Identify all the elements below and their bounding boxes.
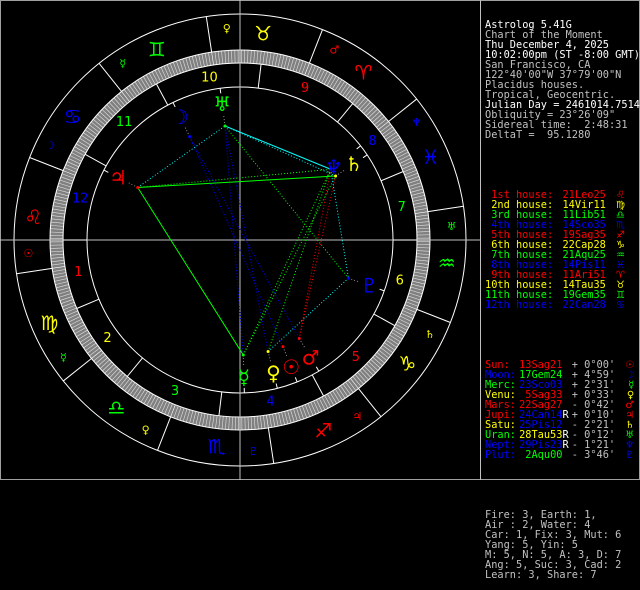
house-cusp-value: 22Can28 xyxy=(553,300,606,310)
jupiter-icon: ♃ xyxy=(109,165,127,189)
sign-ruler-icon: ♃ xyxy=(352,410,362,423)
sign-ruler-icon: ♀ xyxy=(223,22,231,35)
house-row: 12th house:22Can28♋ xyxy=(485,300,640,310)
venus-icon: ♀ xyxy=(266,361,281,385)
pluto-icon: ♇ xyxy=(360,274,378,298)
aquarius-icon: ♒ xyxy=(438,251,456,275)
planet-point xyxy=(267,350,270,353)
chart-header: Astrolog 5.41GChart of the MomentThu Dec… xyxy=(485,20,640,140)
cancer-icon: ♋ xyxy=(64,105,82,129)
house-number: 11 xyxy=(116,115,133,130)
house-number: 5 xyxy=(352,350,360,365)
planet-point xyxy=(242,353,245,356)
stat-line: Fire: 3, Earth: 1, xyxy=(485,510,640,520)
chart-wheel: ♈♂♉♀♊☿♋☽♌☉♍☿♎♀♏♇♐♃♑♄♒♅♓♆123456789101112♅… xyxy=(0,0,480,480)
stat-line: Learn: 3, Share: 7 xyxy=(485,570,640,580)
house-number: 9 xyxy=(301,81,309,96)
house-number: 8 xyxy=(368,134,376,149)
mars-icon: ♂ xyxy=(302,345,320,369)
planet-point xyxy=(224,124,227,127)
gemini-icon: ♊ xyxy=(148,37,166,61)
stat-line: Air : 2, Water: 4 xyxy=(485,520,640,530)
house-number: 6 xyxy=(396,274,404,289)
aries-icon: ♈ xyxy=(355,61,373,85)
moon-icon: ☽ xyxy=(171,105,189,129)
house-number: 3 xyxy=(171,384,179,399)
cancer-icon: ♋ xyxy=(606,301,625,311)
house-number: 10 xyxy=(201,70,218,85)
saturn-icon: ♄ xyxy=(345,152,363,176)
stat-line: Ang: 5, Suc: 3, Cad: 2 xyxy=(485,560,640,570)
planet-point xyxy=(334,175,337,178)
sagittarius-icon: ♐ xyxy=(314,419,332,443)
planet-point xyxy=(188,135,191,138)
house-number: 4 xyxy=(266,395,274,410)
sign-ruler-icon: ☉ xyxy=(23,247,33,260)
info-panel: Astrolog 5.41GChart of the MomentThu Dec… xyxy=(480,0,640,480)
pluto-icon: ♇ xyxy=(615,451,634,461)
leo-icon: ♌ xyxy=(24,205,42,229)
header-line: DeltaT = 95.1280 xyxy=(485,130,640,140)
sun-icon: ☉ xyxy=(282,355,300,379)
house-cusps-list: 1st house:21Leo25♌2nd house:14Vir11♍3rd … xyxy=(485,190,640,310)
planet-speed: - 3°46' xyxy=(569,450,615,460)
planet-row: Plut:2Aqu00 - 3°46'♇ xyxy=(485,450,640,460)
house-number: 1 xyxy=(74,265,82,280)
taurus-icon: ♉ xyxy=(254,21,272,45)
sign-ruler-icon: ☿ xyxy=(60,351,67,364)
virgo-icon: ♍ xyxy=(40,311,58,335)
planet-point xyxy=(329,168,332,171)
sign-ruler-icon: ☽ xyxy=(45,139,55,152)
stat-line: Yang: 5, Yin: 5 xyxy=(485,540,640,550)
planet-point xyxy=(298,337,301,340)
sign-ruler-icon: ♇ xyxy=(248,445,258,458)
planet-point xyxy=(136,186,139,189)
uranus-icon: ♅ xyxy=(213,92,231,116)
sign-ruler-icon: ♄ xyxy=(425,328,435,341)
libra-icon: ♎ xyxy=(108,395,126,419)
sign-ruler-icon: ♂ xyxy=(329,44,339,57)
planet-name: Plut: xyxy=(485,450,516,460)
house-number: 7 xyxy=(398,200,406,215)
sign-ruler-icon: ♅ xyxy=(447,220,457,233)
stat-line: Car: 1, Fix: 3, Mut: 6 xyxy=(485,530,640,540)
sign-ruler-icon: ☿ xyxy=(119,57,126,70)
capricorn-icon: ♑ xyxy=(398,351,416,375)
pisces-icon: ♓ xyxy=(422,145,440,169)
planet-point xyxy=(281,345,284,348)
planet-point xyxy=(347,277,350,280)
scorpio-icon: ♏ xyxy=(208,435,226,459)
house-label: 12th house: xyxy=(485,300,553,310)
stat-line: M: 5, N: 5, A: 3, D: 7 xyxy=(485,550,640,560)
sign-ruler-icon: ♀ xyxy=(142,423,150,436)
planet-positions-list: Sun:13Sag21+ 0°00'☉Moon:17Gem24+ 4°59'☽M… xyxy=(485,360,640,460)
planet-position: 2Aqu00 xyxy=(516,450,562,460)
house-number: 12 xyxy=(72,191,89,206)
mercury-icon: ☿ xyxy=(238,365,250,389)
element-stats: Fire: 3, Earth: 1,Air : 2, Water: 4Car: … xyxy=(485,510,640,580)
house-number: 2 xyxy=(103,331,111,346)
sign-ruler-icon: ♆ xyxy=(412,116,422,129)
